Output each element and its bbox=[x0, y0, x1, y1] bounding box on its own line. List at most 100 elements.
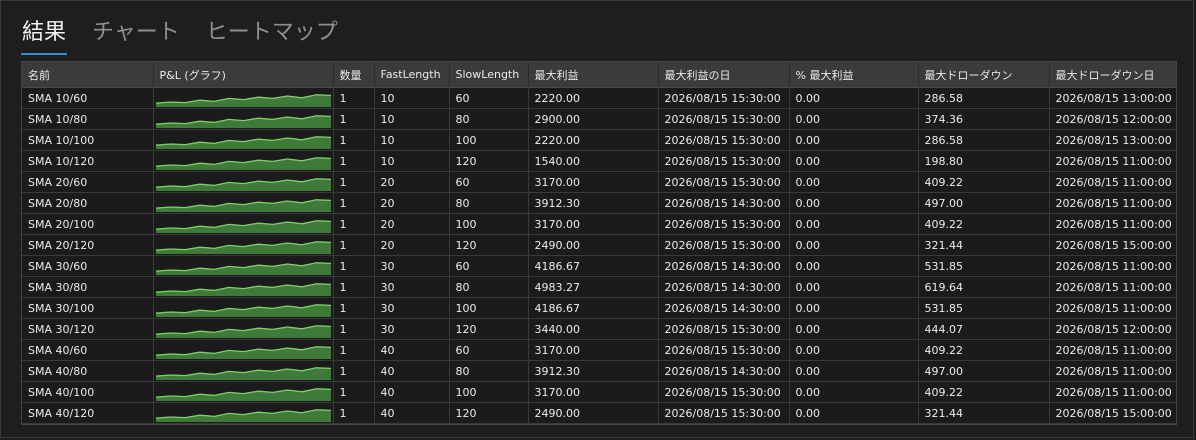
cell-name: SMA 10/80 bbox=[22, 108, 154, 130]
column-header-name[interactable]: 名前 bbox=[22, 62, 154, 88]
cell-pct-max-profit: 0.00 bbox=[789, 318, 919, 340]
column-header-slow-length[interactable]: SlowLength bbox=[449, 62, 529, 88]
cell-pnl-sparkline bbox=[153, 255, 334, 277]
cell-max-drawdown-date: 2026/08/15 11:00:00 bbox=[1049, 213, 1176, 235]
column-header-max-drawdown[interactable]: 最大ドローダウン bbox=[918, 62, 1050, 88]
cell-slow-length: 120 bbox=[449, 234, 529, 256]
cell-max-profit-date: 2026/08/15 15:30:00 bbox=[658, 213, 790, 235]
column-header-max-profit[interactable]: 最大利益 bbox=[528, 62, 659, 88]
table-row[interactable]: SMA 40/80 1 40 80 3912.30 2026/08/15 14:30:00… bbox=[22, 360, 1176, 382]
cell-fast-length: 10 bbox=[374, 87, 450, 109]
cell-quantity: 1 bbox=[333, 213, 375, 235]
column-header-fast-length[interactable]: FastLength bbox=[374, 62, 450, 88]
cell-quantity: 1 bbox=[333, 255, 375, 277]
cell-pnl-sparkline bbox=[153, 276, 334, 298]
cell-max-drawdown: 198.80 bbox=[918, 150, 1050, 172]
cell-slow-length: 100 bbox=[449, 297, 529, 319]
cell-max-profit: 4186.67 bbox=[528, 297, 659, 319]
cell-max-drawdown: 409.22 bbox=[918, 339, 1050, 361]
cell-name: SMA 10/120 bbox=[22, 150, 154, 172]
cell-pct-max-profit: 0.00 bbox=[789, 360, 919, 382]
cell-max-drawdown: 531.85 bbox=[918, 255, 1050, 277]
pnl-sparkline-chart bbox=[155, 408, 331, 422]
column-header-quantity[interactable]: 数量 bbox=[333, 62, 375, 88]
table-row[interactable]: SMA 30/80 1 30 80 4983.27 2026/08/15 14:30:00… bbox=[22, 276, 1176, 298]
cell-name: SMA 20/80 bbox=[22, 192, 154, 214]
cell-name: SMA 30/120 bbox=[22, 318, 154, 340]
cell-max-profit-date: 2026/08/15 15:30:00 bbox=[658, 318, 790, 340]
table-row[interactable]: SMA 10/60 1 10 60 2220.00 2026/08/15 15:30:00… bbox=[22, 87, 1176, 109]
results-grid[interactable]: 名前 P&L (グラフ) 数量 FastLength SlowLength 最大… bbox=[21, 61, 1177, 425]
cell-max-profit: 3912.30 bbox=[528, 192, 659, 214]
cell-pnl-sparkline bbox=[153, 192, 334, 214]
cell-pct-max-profit: 0.00 bbox=[789, 108, 919, 130]
cell-max-drawdown-date: 2026/08/15 11:00:00 bbox=[1049, 150, 1176, 172]
cell-pnl-sparkline bbox=[153, 213, 334, 235]
cell-quantity: 1 bbox=[333, 150, 375, 172]
pnl-sparkline-chart bbox=[155, 219, 331, 233]
results-table: 名前 P&L (グラフ) 数量 FastLength SlowLength 最大… bbox=[22, 62, 1176, 424]
cell-name: SMA 20/60 bbox=[22, 171, 154, 193]
column-header-pct-max-profit[interactable]: % 最大利益 bbox=[789, 62, 919, 88]
pnl-sparkline-chart bbox=[155, 93, 331, 107]
cell-quantity: 1 bbox=[333, 381, 375, 403]
cell-max-profit: 2490.00 bbox=[528, 402, 659, 424]
table-row[interactable]: SMA 10/80 1 10 80 2900.00 2026/08/15 15:30:00… bbox=[22, 108, 1176, 130]
table-row[interactable]: SMA 30/120 1 30 120 3440.00 2026/08/15 15:30:… bbox=[22, 318, 1176, 340]
cell-pct-max-profit: 0.00 bbox=[789, 150, 919, 172]
cell-fast-length: 30 bbox=[374, 318, 450, 340]
cell-slow-length: 80 bbox=[449, 108, 529, 130]
cell-pct-max-profit: 0.00 bbox=[789, 381, 919, 403]
cell-pnl-sparkline bbox=[153, 150, 334, 172]
cell-slow-length: 60 bbox=[449, 255, 529, 277]
table-row[interactable]: SMA 30/60 1 30 60 4186.67 2026/08/15 14:30:00… bbox=[22, 255, 1176, 277]
cell-max-profit-date: 2026/08/15 14:30:00 bbox=[658, 297, 790, 319]
table-row[interactable]: SMA 20/100 1 20 100 3170.00 2026/08/15 15:30:… bbox=[22, 213, 1176, 235]
cell-quantity: 1 bbox=[333, 297, 375, 319]
cell-max-drawdown: 444.07 bbox=[918, 318, 1050, 340]
cell-slow-length: 120 bbox=[449, 402, 529, 424]
table-row[interactable]: SMA 40/120 1 40 120 2490.00 2026/08/15 15:30:… bbox=[22, 402, 1176, 424]
pnl-sparkline-chart bbox=[155, 156, 331, 170]
cell-slow-length: 100 bbox=[449, 213, 529, 235]
column-header-max-drawdown-date[interactable]: 最大ドローダウン日 bbox=[1049, 62, 1176, 88]
results-window: 結果 チャート ヒートマップ 名前 P&L (グラフ) 数量 FastLengt… bbox=[0, 0, 1194, 438]
cell-max-drawdown-date: 2026/08/15 11:00:00 bbox=[1049, 192, 1176, 214]
cell-fast-length: 30 bbox=[374, 297, 450, 319]
cell-fast-length: 40 bbox=[374, 360, 450, 382]
table-row[interactable]: SMA 20/120 1 20 120 2490.00 2026/08/15 15:30:… bbox=[22, 234, 1176, 256]
tab-heatmap[interactable]: ヒートマップ bbox=[205, 15, 339, 51]
pnl-sparkline-chart bbox=[155, 177, 331, 191]
table-row[interactable]: SMA 10/100 1 10 100 2220.00 2026/08/15 15:30:… bbox=[22, 129, 1176, 151]
pnl-sparkline-chart bbox=[155, 198, 331, 212]
cell-max-profit-date: 2026/08/15 15:30:00 bbox=[658, 108, 790, 130]
tab-results[interactable]: 結果 bbox=[21, 15, 68, 55]
cell-max-profit: 3170.00 bbox=[528, 213, 659, 235]
table-row[interactable]: SMA 20/60 1 20 60 3170.00 2026/08/15 15:30:00… bbox=[22, 171, 1176, 193]
table-row[interactable]: SMA 20/80 1 20 80 3912.30 2026/08/15 14:30:00… bbox=[22, 192, 1176, 214]
column-header-pnl-graph[interactable]: P&L (グラフ) bbox=[153, 62, 334, 88]
cell-max-profit: 3912.30 bbox=[528, 360, 659, 382]
table-row[interactable]: SMA 30/100 1 30 100 4186.67 2026/08/15 14:30:… bbox=[22, 297, 1176, 319]
cell-pct-max-profit: 0.00 bbox=[789, 192, 919, 214]
cell-quantity: 1 bbox=[333, 276, 375, 298]
cell-fast-length: 40 bbox=[374, 339, 450, 361]
tab-chart[interactable]: チャート bbox=[91, 15, 181, 51]
cell-fast-length: 30 bbox=[374, 255, 450, 277]
table-row[interactable]: SMA 40/100 1 40 100 3170.00 2026/08/15 15:30:… bbox=[22, 381, 1176, 403]
cell-pct-max-profit: 0.00 bbox=[789, 402, 919, 424]
cell-pnl-sparkline bbox=[153, 234, 334, 256]
pnl-sparkline-chart bbox=[155, 114, 331, 128]
cell-pct-max-profit: 0.00 bbox=[789, 276, 919, 298]
cell-pct-max-profit: 0.00 bbox=[789, 213, 919, 235]
table-row[interactable]: SMA 10/120 1 10 120 1540.00 2026/08/15 15:30:… bbox=[22, 150, 1176, 172]
cell-pnl-sparkline bbox=[153, 360, 334, 382]
cell-fast-length: 20 bbox=[374, 171, 450, 193]
cell-max-profit: 3170.00 bbox=[528, 339, 659, 361]
pnl-sparkline-chart bbox=[155, 282, 331, 296]
cell-name: SMA 20/100 bbox=[22, 213, 154, 235]
cell-slow-length: 60 bbox=[449, 171, 529, 193]
column-header-max-profit-date[interactable]: 最大利益の日 bbox=[658, 62, 790, 88]
cell-quantity: 1 bbox=[333, 339, 375, 361]
table-row[interactable]: SMA 40/60 1 40 60 3170.00 2026/08/15 15:30:00… bbox=[22, 339, 1176, 361]
